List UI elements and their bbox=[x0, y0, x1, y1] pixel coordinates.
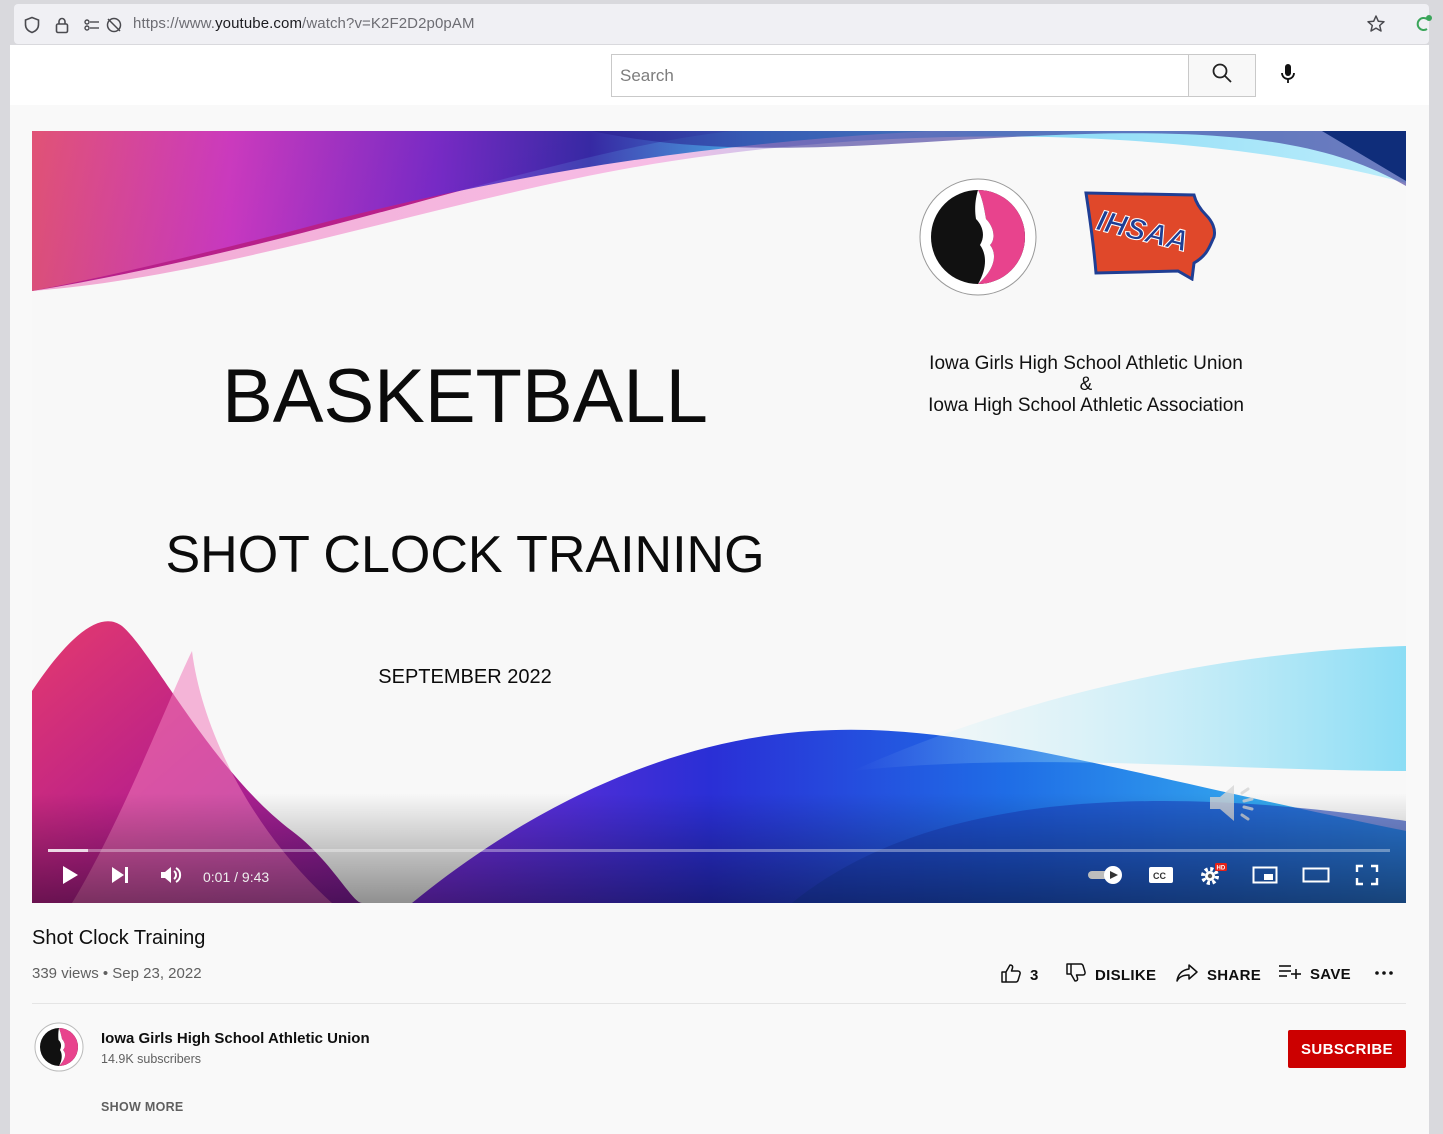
theater-mode-button[interactable] bbox=[1300, 862, 1332, 892]
org-line-3: Iowa High School Athletic Association bbox=[928, 395, 1244, 416]
hd-badge: HD bbox=[1217, 865, 1226, 871]
subscribe-button[interactable]: SUBSCRIBE bbox=[1288, 1030, 1406, 1068]
browser-address-bar[interactable]: https://www.youtube.com/watch?v=K2F2D2p0… bbox=[14, 4, 1432, 44]
progress-bar-played bbox=[48, 849, 89, 852]
slide-organizations: Iowa Girls High School Athletic Union & … bbox=[908, 353, 1264, 416]
slide-date: SEPTEMBER 2022 bbox=[378, 666, 552, 688]
autoplay-toggle[interactable] bbox=[1086, 862, 1126, 892]
like-button[interactable]: 3 bbox=[1000, 963, 1039, 987]
share-label: SHARE bbox=[1207, 966, 1262, 984]
theater-mode-icon bbox=[1302, 865, 1330, 890]
like-count: 3 bbox=[1030, 966, 1039, 984]
permissions-icon[interactable] bbox=[83, 16, 101, 39]
save-button[interactable]: SAVE bbox=[1278, 963, 1351, 985]
miniplayer-icon bbox=[1252, 865, 1278, 890]
youtube-page: IHSAA BASKETBALL SHOT CLOCK TRAINING SEP… bbox=[10, 45, 1429, 1134]
org-line-1: Iowa Girls High School Athletic Union bbox=[929, 353, 1243, 374]
thumbs-up-icon bbox=[1000, 963, 1022, 987]
divider bbox=[32, 1003, 1406, 1004]
shield-icon[interactable] bbox=[23, 16, 41, 39]
share-button[interactable]: SHARE bbox=[1175, 963, 1261, 987]
extension-icon[interactable] bbox=[1415, 14, 1433, 39]
search-icon bbox=[1211, 62, 1233, 89]
play-button[interactable] bbox=[56, 862, 84, 892]
masthead bbox=[10, 45, 1429, 105]
video-stats: 339 views • Sep 23, 2022 bbox=[32, 965, 202, 982]
microphone-icon bbox=[1279, 63, 1297, 90]
subscriber-count: 14.9K subscribers bbox=[101, 1052, 202, 1066]
more-horizontal-icon bbox=[1374, 963, 1394, 987]
progress-bar[interactable] bbox=[48, 849, 1390, 852]
igh-logo bbox=[919, 178, 1037, 296]
tracking-protection-icon[interactable] bbox=[105, 16, 123, 39]
closed-captions-icon: CC bbox=[1148, 865, 1174, 890]
save-label: SAVE bbox=[1310, 965, 1351, 983]
volume-button[interactable] bbox=[156, 862, 186, 892]
add-to-playlist-icon bbox=[1278, 963, 1302, 985]
volume-icon bbox=[159, 865, 183, 890]
slide-title: BASKETBALL bbox=[222, 354, 708, 439]
show-more-button[interactable]: SHOW MORE bbox=[101, 1100, 184, 1114]
org-line-2: & bbox=[1079, 374, 1093, 395]
slide-subtitle: SHOT CLOCK TRAINING bbox=[165, 526, 765, 584]
search-input[interactable] bbox=[612, 55, 1188, 96]
fullscreen-button[interactable] bbox=[1352, 862, 1382, 892]
lock-icon[interactable] bbox=[53, 16, 71, 39]
dislike-button[interactable]: DISLIKE bbox=[1065, 963, 1156, 987]
thumbs-down-icon bbox=[1065, 963, 1087, 987]
url-prefix: https://www. bbox=[133, 15, 216, 32]
voice-search-button[interactable] bbox=[1269, 57, 1307, 95]
url-path: /watch?v=K2F2D2p0pAM bbox=[302, 15, 475, 32]
settings-button[interactable]: HD bbox=[1196, 862, 1230, 892]
channel-avatar[interactable] bbox=[34, 1022, 84, 1072]
url-text[interactable]: https://www.youtube.com/watch?v=K2F2D2p0… bbox=[133, 15, 475, 32]
bookmark-star-icon[interactable] bbox=[1366, 14, 1386, 39]
skip-next-icon bbox=[110, 865, 130, 890]
autoplay-toggle-icon bbox=[1087, 865, 1125, 890]
dislike-label: DISLIKE bbox=[1095, 966, 1157, 984]
more-actions-button[interactable] bbox=[1374, 963, 1394, 987]
next-button[interactable] bbox=[106, 862, 134, 892]
gear-icon: HD bbox=[1198, 862, 1228, 893]
svg-text:CC: CC bbox=[1153, 871, 1166, 881]
fullscreen-icon bbox=[1355, 864, 1379, 891]
play-icon bbox=[60, 864, 80, 891]
search-button[interactable] bbox=[1188, 54, 1256, 97]
captions-button[interactable]: CC bbox=[1146, 862, 1176, 892]
video-player[interactable]: IHSAA BASKETBALL SHOT CLOCK TRAINING SEP… bbox=[32, 131, 1406, 903]
channel-name[interactable]: Iowa Girls High School Athletic Union bbox=[101, 1030, 370, 1047]
search-box[interactable] bbox=[611, 54, 1189, 97]
ihsaa-logo: IHSAA bbox=[1084, 191, 1216, 281]
share-icon bbox=[1175, 963, 1199, 987]
miniplayer-button[interactable] bbox=[1250, 862, 1280, 892]
video-title: Shot Clock Training bbox=[32, 927, 206, 949]
time-display: 0:01 / 9:43 bbox=[203, 869, 270, 885]
url-domain: youtube.com bbox=[215, 15, 303, 32]
